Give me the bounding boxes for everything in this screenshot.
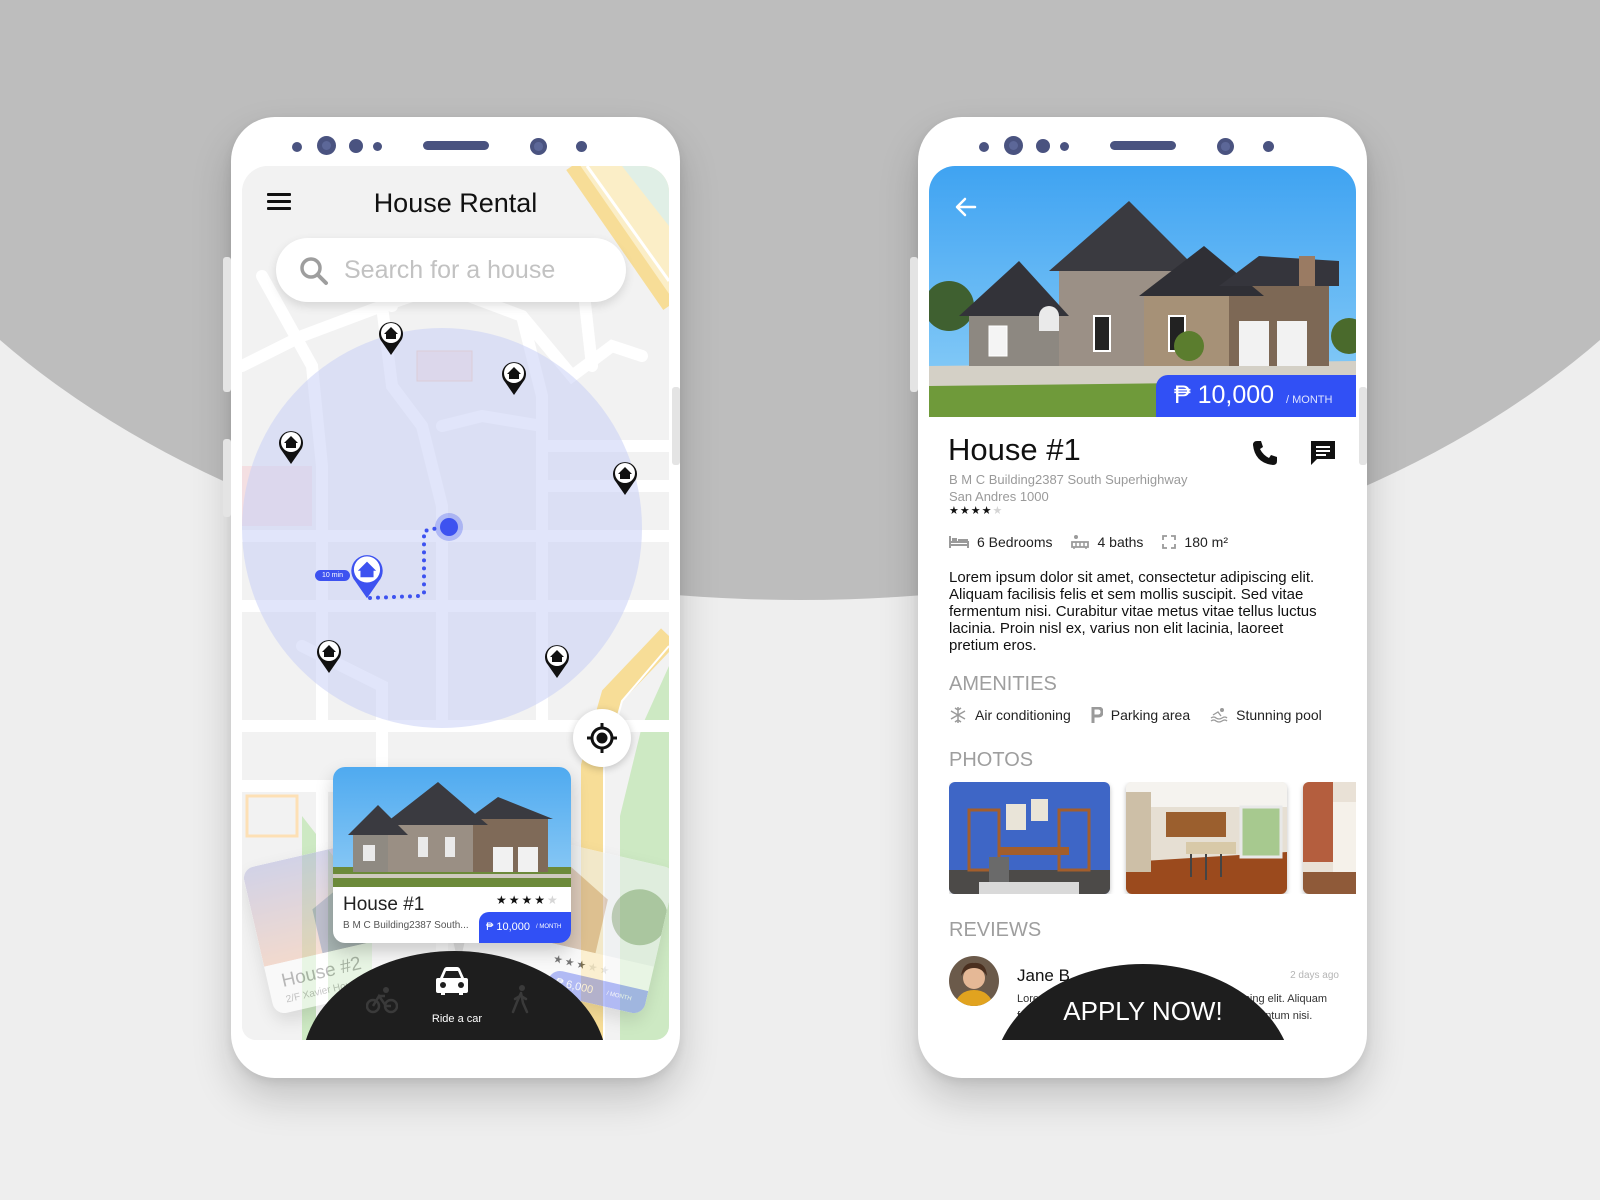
price-period: / MONTH: [536, 924, 562, 930]
front-camera: [317, 136, 336, 155]
earpiece-speaker: [423, 141, 489, 150]
front-camera-2: [530, 138, 547, 155]
amenity-label: Stunning pool: [1236, 707, 1322, 723]
amenity-pool: Stunning pool: [1210, 706, 1322, 724]
photo-living-room: [949, 782, 1110, 894]
amenity-air-conditioning: Air conditioning: [949, 706, 1071, 724]
price-amount: ₱ 10,000: [486, 921, 531, 933]
property-facts: 6 Bedrooms 4 baths 180 m²: [949, 534, 1247, 550]
fact-area: 180 m²: [1162, 534, 1228, 550]
photo-kitchen: [1126, 782, 1287, 894]
house-pin-icon[interactable]: [501, 360, 527, 396]
house-photo: [333, 767, 571, 887]
bathtub-icon: [1071, 535, 1090, 549]
route-eta-badge: 10 min: [315, 570, 351, 581]
volume-button: [223, 257, 231, 392]
nav-label-ride-car: Ride a car: [431, 1013, 483, 1025]
earpiece-speaker: [1110, 141, 1176, 150]
phone-icon[interactable]: [1250, 438, 1280, 468]
address-line-2: San Andres 1000: [949, 489, 1049, 504]
bed-icon: [949, 536, 969, 548]
sensor-dot: [576, 141, 587, 152]
phone-map: 10 min House Rental Hous: [223, 117, 680, 1078]
price-tag: ₱ 10,000 / MONTH: [479, 912, 571, 943]
side-button-right: [1359, 387, 1367, 465]
crosshair-icon: [587, 723, 617, 753]
photo-thumbnail[interactable]: [1303, 782, 1356, 894]
sensor-dot: [1060, 142, 1069, 151]
fact-label: 4 baths: [1097, 534, 1144, 550]
app-title: House Rental: [373, 188, 538, 218]
arrow-left-icon[interactable]: [953, 194, 979, 220]
photo-bedroom: [1303, 782, 1356, 894]
power-button-left: [223, 439, 231, 517]
area-icon: [1162, 535, 1177, 549]
photo-thumbnail[interactable]: [1126, 782, 1287, 894]
amenities-heading: AMENITIES: [949, 673, 1057, 695]
house-pin-icon[interactable]: [612, 460, 638, 496]
house-card-selected[interactable]: House #1 ★★★★★ B M C Building2387 South.…: [333, 767, 571, 943]
amenity-label: Parking area: [1110, 707, 1191, 723]
bike-icon[interactable]: [366, 986, 398, 1014]
amenity-label: Air conditioning: [975, 707, 1071, 723]
rating-stars: ★★★★★: [496, 893, 560, 907]
front-camera: [1004, 136, 1023, 155]
app-header: House Rental: [242, 166, 669, 236]
amenities-list: Air conditioning Parking area Stunning p…: [949, 706, 1342, 724]
photo-gallery[interactable]: [949, 782, 1356, 894]
apply-now-label[interactable]: APPLY NOW!: [993, 996, 1293, 1027]
amenity-parking: Parking area: [1091, 706, 1190, 724]
card-address: B M C Building2387 South...: [343, 920, 469, 931]
price-amount: ₱ 10,000: [1174, 381, 1275, 409]
house-pin-icon[interactable]: [544, 643, 570, 679]
price-period: / MONTH: [1286, 394, 1333, 406]
locate-me-button[interactable]: [573, 709, 631, 767]
photos-heading: PHOTOS: [949, 749, 1034, 771]
listing-description: Lorem ipsum dolor sit amet, consectetur …: [949, 569, 1317, 654]
house-pin-icon[interactable]: [278, 429, 304, 465]
map-screen: 10 min House Rental Hous: [242, 166, 669, 1040]
hero-image: ₱ 10,000 / MONTH: [929, 166, 1356, 417]
fact-label: 180 m²: [1184, 534, 1228, 550]
front-camera-2: [1217, 138, 1234, 155]
fact-baths: 4 baths: [1071, 534, 1143, 550]
address-line-1: B M C Building2387 South Superhighway: [949, 472, 1188, 487]
card-title: House #1: [343, 894, 425, 915]
volume-button: [910, 257, 918, 392]
phone-detail: ₱ 10,000 / MONTH House #1 B M C Building…: [910, 117, 1367, 1078]
sensor-dot: [373, 142, 382, 151]
car-icon[interactable]: [435, 966, 469, 996]
listing-title: House #1: [948, 432, 1081, 467]
selected-house-pin-icon[interactable]: [350, 552, 384, 600]
sensor-dot: [979, 142, 989, 152]
side-button-right: [672, 387, 680, 465]
pool-icon: [1210, 708, 1228, 723]
review-time: 2 days ago: [1290, 970, 1339, 981]
house-pin-icon[interactable]: [316, 638, 342, 674]
listing-address: B M C Building2387 South Superhighway Sa…: [949, 471, 1187, 505]
rating-stars: ★★★★★: [949, 505, 1004, 517]
detail-screen: ₱ 10,000 / MONTH House #1 B M C Building…: [929, 166, 1356, 1040]
search-bar[interactable]: [276, 238, 626, 302]
chat-icon[interactable]: [1308, 438, 1338, 468]
sensor-dot: [1263, 141, 1274, 152]
reviews-heading: REVIEWS: [949, 919, 1042, 941]
search-input[interactable]: [344, 238, 614, 302]
search-icon: [300, 257, 328, 285]
price-period: / MONTH: [605, 990, 633, 1003]
parking-icon: [1091, 707, 1103, 723]
snowflake-icon: [950, 707, 966, 723]
avatar: [949, 956, 999, 1006]
fact-bedrooms: 6 Bedrooms: [949, 534, 1052, 550]
fact-label: 6 Bedrooms: [977, 534, 1053, 550]
sensor-dot: [349, 139, 363, 153]
photo-thumbnail[interactable]: [949, 782, 1110, 894]
sensor-dot: [292, 142, 302, 152]
house-pin-icon[interactable]: [378, 320, 404, 356]
sensor-dot: [1036, 139, 1050, 153]
price-tag: ₱ 10,000 / MONTH: [1156, 375, 1356, 417]
walk-icon[interactable]: [510, 984, 530, 1014]
